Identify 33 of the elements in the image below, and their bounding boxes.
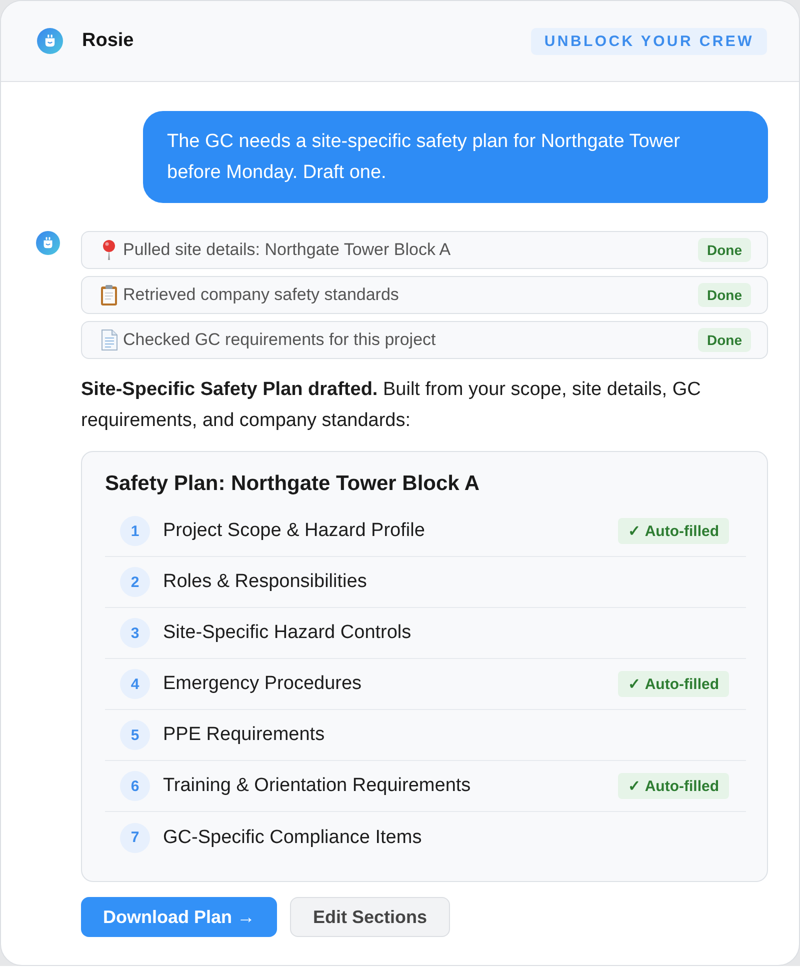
section-title: Emergency Procedures: [163, 673, 362, 695]
section-number: 4: [120, 669, 150, 699]
document-icon: [99, 329, 119, 351]
section-title: Project Scope & Hazard Profile: [163, 520, 425, 542]
section-number: 5: [120, 720, 150, 750]
section-number: 3: [120, 618, 150, 648]
edit-button[interactable]: Edit Sections: [290, 897, 450, 937]
user-message: The GC needs a site-specific safety plan for Northgate Tower before Monday. Draft one.: [143, 111, 768, 203]
assistant-name: Rosie: [82, 30, 134, 52]
step-text: Pulled site details: Northgate Tower Block A: [123, 240, 451, 260]
plan-title: Safety Plan: Northgate Tower Block A: [105, 471, 481, 497]
auto-filled-badge: ✓ Auto-filled: [618, 671, 729, 697]
section-title: PPE Requirements: [163, 724, 325, 746]
section-number: 2: [120, 567, 150, 597]
section-title: Site-Specific Hazard Controls: [163, 622, 412, 644]
section-title: GC-Specific Compliance Items: [163, 826, 422, 848]
section-number: 7: [120, 822, 150, 852]
section-number: 6: [120, 771, 150, 801]
section-title: Roles & Responsibilities: [163, 571, 367, 593]
step-text: Retrieved company safety standards: [123, 285, 399, 305]
status-badge: Done: [698, 283, 751, 307]
clipboard-icon: [99, 284, 119, 306]
auto-filled-badge: ✓ Auto-filled: [618, 518, 729, 544]
step-text: Checked GC requirements for this project: [123, 330, 436, 350]
auto-filled-badge: ✓ Auto-filled: [618, 773, 729, 799]
tagline-badge: UNBLOCK YOUR CREW: [531, 28, 767, 54]
section-title: Training & Orientation Requirements: [163, 775, 471, 797]
summary-text: Site-Specific Safety Plan drafted. Built from your scope, site details, GC requirements, and company standards:: [81, 378, 702, 433]
section-number: 1: [120, 516, 150, 546]
status-badge: Done: [698, 328, 751, 352]
bot-avatar-icon: [37, 28, 63, 54]
status-badge: Done: [698, 238, 751, 262]
bot-avatar-icon: [36, 231, 60, 255]
